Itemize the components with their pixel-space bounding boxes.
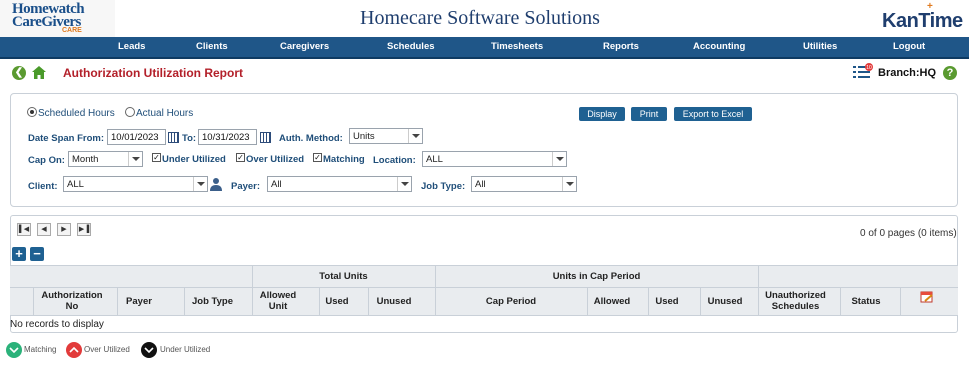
chevron-down-icon — [397, 177, 411, 191]
cap-on-value: Month — [72, 154, 99, 165]
over-utilized-legend-icon — [66, 342, 82, 358]
nav-utilities[interactable]: Utilities — [803, 41, 837, 52]
col-cap-used[interactable]: Used — [648, 296, 686, 307]
over-utilized-label[interactable]: Over Utilized — [246, 154, 304, 165]
app-title: Homecare Software Solutions — [360, 7, 600, 29]
prev-page-icon[interactable]: ◀ — [37, 223, 51, 236]
under-utilized-legend-icon — [141, 342, 157, 358]
under-utilized-label[interactable]: Under Utilized — [162, 154, 226, 165]
location-value: ALL — [426, 154, 443, 165]
home-icon[interactable] — [32, 66, 46, 79]
page-title: Authorization Utilization Report — [63, 66, 243, 80]
notification-count: 10 — [866, 65, 872, 71]
location-select[interactable]: ALL — [422, 151, 567, 167]
nav-timesheets[interactable]: Timesheets — [491, 41, 543, 52]
nav-clients[interactable]: Clients — [196, 41, 228, 52]
chevron-down-icon — [562, 177, 576, 191]
scheduled-hours-label[interactable]: Scheduled Hours — [38, 108, 115, 119]
col-used[interactable]: Used — [319, 296, 355, 307]
legend-over-label: Over Utilized — [84, 345, 130, 354]
to-label: To: — [182, 133, 197, 144]
logo-line3: CARE — [62, 27, 82, 34]
col-job-type[interactable]: Job Type — [184, 296, 241, 307]
nav-caregivers[interactable]: Caregivers — [280, 41, 329, 52]
col-authorization-no[interactable]: Authorization No — [34, 290, 110, 312]
nav-leads[interactable]: Leads — [118, 41, 145, 52]
matching-checkbox[interactable]: ✓ — [313, 153, 322, 162]
actual-hours-label[interactable]: Actual Hours — [136, 108, 193, 119]
back-icon[interactable]: ❮ — [12, 66, 26, 80]
date-span-from-label: Date Span From: — [28, 133, 105, 144]
divider — [900, 287, 901, 316]
cap-on-select[interactable]: Month — [68, 151, 143, 167]
cap-on-label: Cap On: — [28, 155, 65, 166]
col-status[interactable]: Status — [840, 296, 892, 307]
client-select[interactable]: ALL — [63, 176, 208, 192]
chevron-down-icon — [552, 152, 566, 166]
legend-under-label: Under Utilized — [160, 345, 211, 354]
col-payer[interactable]: Payer — [117, 296, 161, 307]
auth-method-value: Units — [353, 131, 375, 142]
under-utilized-checkbox[interactable]: ✓ — [152, 153, 161, 162]
pager-info: 0 of 0 pages (0 items) — [860, 228, 957, 239]
job-type-value: All — [475, 179, 486, 190]
payer-label: Payer: — [231, 181, 261, 192]
kantime-logo: KanTime — [882, 10, 963, 32]
col-cap-unused[interactable]: Unused — [700, 296, 750, 307]
location-label: Location: — [373, 155, 416, 166]
col-allowed[interactable]: Allowed — [587, 296, 637, 307]
calendar-edit-icon[interactable] — [920, 290, 934, 304]
nav-reports[interactable]: Reports — [603, 41, 639, 52]
empty-message: No records to display — [10, 319, 104, 330]
nav-accounting[interactable]: Accounting — [693, 41, 745, 52]
col-unauthorized-schedules[interactable]: Unauthorized Schedules — [758, 290, 833, 312]
expand-all-icon[interactable]: + — [12, 247, 26, 261]
job-type-label: Job Type: — [421, 181, 466, 192]
job-type-select[interactable]: All — [471, 176, 577, 192]
units-in-cap-header: Units in Cap Period — [552, 271, 641, 282]
task-list-icon[interactable]: 10 — [852, 63, 874, 80]
over-utilized-checkbox[interactable]: ✓ — [236, 153, 245, 162]
matching-label[interactable]: Matching — [323, 154, 365, 165]
auth-method-select[interactable]: Units — [349, 128, 423, 144]
payer-value: All — [271, 179, 282, 190]
nav-schedules[interactable]: Schedules — [387, 41, 435, 52]
display-button[interactable]: Display — [579, 107, 625, 121]
next-page-icon[interactable]: ▶ — [57, 223, 71, 236]
app-header: Homewatch CareGivers CARE Homecare Softw… — [0, 0, 975, 37]
branch-label[interactable]: Branch:HQ — [878, 67, 936, 79]
auth-method-label: Auth. Method: — [279, 133, 343, 144]
kantime-plus-icon: + — [927, 1, 933, 12]
last-page-icon[interactable]: ▶▐ — [77, 223, 91, 236]
date-from-input[interactable]: 10/01/2023 — [107, 129, 166, 145]
chevron-down-icon — [408, 129, 422, 143]
nav-logout[interactable]: Logout — [893, 41, 925, 52]
client-value: ALL — [67, 179, 84, 190]
actual-hours-radio[interactable] — [125, 107, 135, 117]
print-button[interactable]: Print — [631, 107, 667, 121]
export-excel-button[interactable]: Export to Excel — [674, 107, 752, 121]
calendar-to-icon[interactable] — [260, 132, 271, 143]
chevron-down-icon — [193, 177, 207, 191]
legend-matching-label: Matching — [24, 345, 57, 354]
payer-select[interactable]: All — [267, 176, 412, 192]
client-lookup-icon[interactable] — [210, 177, 222, 191]
date-to-input[interactable]: 10/31/2023 — [198, 129, 257, 145]
matching-legend-icon — [6, 342, 22, 358]
client-label: Client: — [28, 181, 58, 192]
chevron-down-icon — [128, 152, 142, 166]
first-page-icon[interactable]: ▌◀ — [17, 223, 31, 236]
main-nav: Leads Clients Caregivers Schedules Times… — [0, 37, 969, 59]
scheduled-hours-radio[interactable] — [27, 107, 37, 117]
calendar-from-icon[interactable] — [168, 132, 179, 143]
collapse-all-icon[interactable]: − — [30, 247, 44, 261]
col-allowed-unit[interactable]: Allowed Unit — [253, 290, 303, 312]
homewatch-logo[interactable]: Homewatch CareGivers CARE — [0, 0, 115, 37]
help-icon[interactable]: ? — [943, 66, 957, 80]
col-cap-period[interactable]: Cap Period — [435, 296, 587, 307]
total-units-header: Total Units — [319, 271, 368, 282]
col-unused[interactable]: Unused — [368, 296, 420, 307]
